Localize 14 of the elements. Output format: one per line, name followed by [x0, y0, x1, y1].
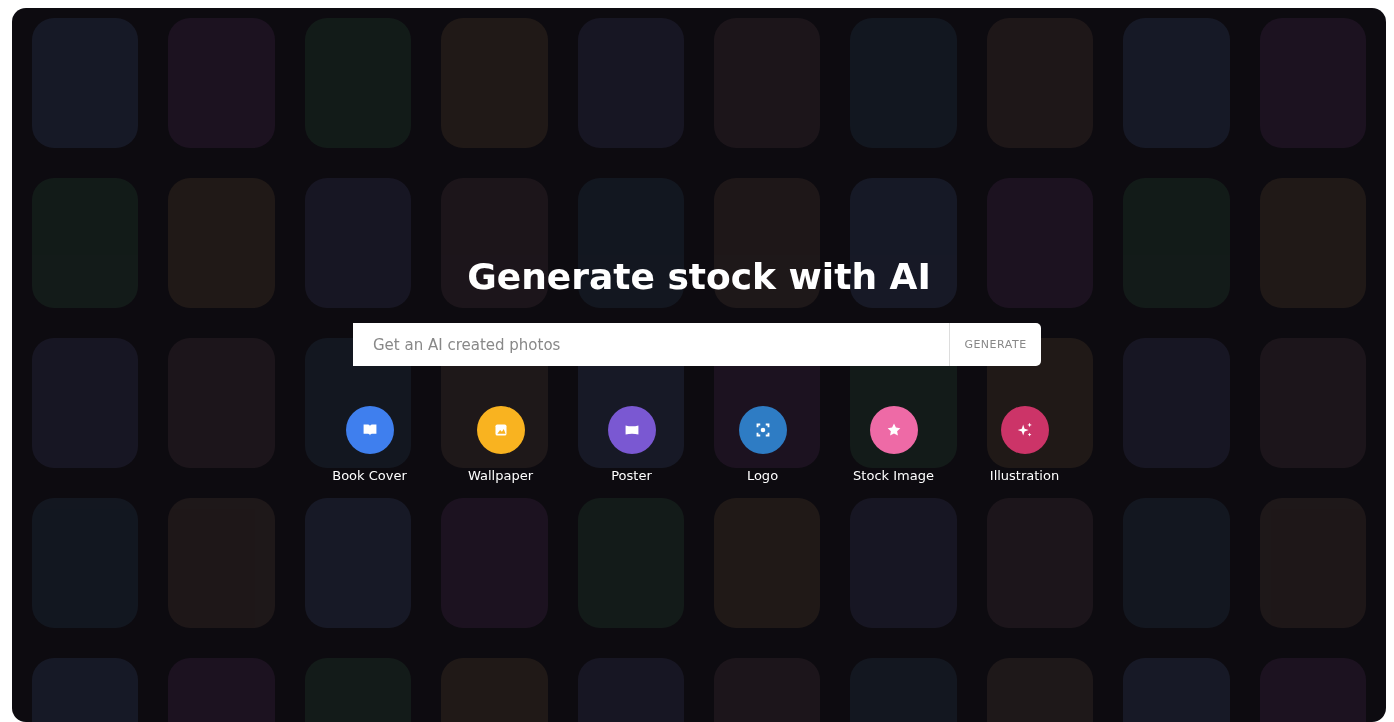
category-label[interactable]: Poster — [611, 468, 652, 483]
category-icon[interactable] — [738, 406, 787, 454]
category-icon[interactable] — [345, 406, 394, 454]
category-icon[interactable] — [869, 406, 918, 454]
category-label[interactable]: Wallpaper — [468, 468, 533, 483]
category-icon[interactable] — [607, 406, 656, 454]
category-icon[interactable] — [1000, 406, 1049, 454]
category-label[interactable]: Book Cover — [332, 468, 407, 483]
hero-title: Generate stock with AI — [467, 256, 931, 297]
category-label[interactable]: Logo — [746, 468, 779, 483]
category-label[interactable]: Stock Image — [853, 468, 934, 483]
category-label[interactable]: Illustration — [989, 468, 1060, 483]
generate-button[interactable]: GENERATE — [949, 323, 1041, 366]
category-icon[interactable] — [476, 406, 525, 454]
